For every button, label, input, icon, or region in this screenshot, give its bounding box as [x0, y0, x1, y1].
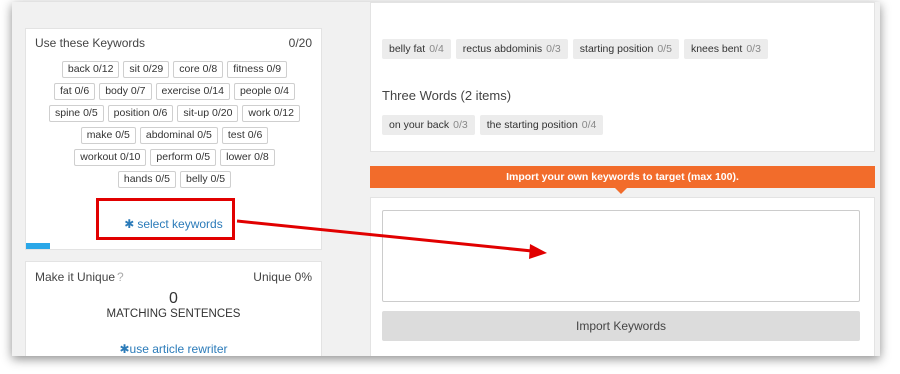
keyword-tag[interactable]: abdominal 0/5 — [139, 127, 218, 144]
keyword-tag[interactable]: sit 0/29 — [123, 61, 170, 78]
import-panel: Import Keywords — [370, 197, 875, 356]
keyword-tag[interactable]: work 0/12 — [242, 105, 300, 122]
import-keywords-button[interactable]: Import Keywords — [382, 311, 860, 341]
phrase-text: starting position — [579, 43, 654, 55]
keyword-tag[interactable]: core 0/8 — [173, 61, 224, 78]
keyword-tag[interactable]: body 0/7 — [99, 83, 152, 100]
phrase-tag[interactable]: belly fat 0/4 — [382, 39, 451, 59]
three-words-title: Three Words (2 items) — [382, 88, 512, 103]
keyword-tag[interactable]: exercise 0/14 — [155, 83, 230, 100]
phrase-tag[interactable]: the starting position 0/4 — [479, 115, 604, 135]
phrase-text: belly fat — [389, 43, 426, 55]
phrase-count: 0/3 — [546, 43, 561, 55]
matching-count: 0 — [169, 290, 178, 307]
keyword-tag[interactable]: make 0/5 — [80, 127, 136, 144]
phrase-text: the starting position — [486, 119, 578, 131]
keyword-tag[interactable]: belly 0/5 — [180, 171, 232, 188]
phrase-count: 0/3 — [453, 119, 468, 131]
keyword-row: spine 0/5 position 0/6 sit-up 0/20 work 0/1… — [30, 105, 319, 122]
keyword-tag[interactable]: spine 0/5 — [49, 105, 104, 122]
keyword-cloud: back 0/12 sit 0/29 core 0/8 fitness 0/9 fat … — [30, 61, 319, 193]
keyword-tag[interactable]: perform 0/5 — [150, 149, 217, 166]
import-banner: Import your own keywords to target (max … — [370, 166, 875, 188]
phrase-tag[interactable]: knees bent 0/3 — [683, 39, 768, 59]
phrase-count: 0/4 — [429, 43, 444, 55]
keyword-tag[interactable]: workout 0/10 — [74, 149, 147, 166]
phrase-text: on your back — [389, 119, 450, 131]
keyword-tag[interactable]: position 0/6 — [107, 105, 174, 122]
import-keywords-textarea[interactable] — [382, 210, 860, 302]
phrase-tag[interactable]: on your back 0/3 — [382, 115, 475, 135]
unique-title: Make it Unique — [35, 270, 116, 284]
keyword-tag[interactable]: fitness 0/9 — [227, 61, 288, 78]
phrase-text: rectus abdominis — [462, 43, 543, 55]
article-rewriter-label: use article rewriter — [129, 342, 228, 356]
keywords-score: 0/20 — [288, 36, 312, 50]
question-icon[interactable]: ? — [117, 270, 124, 284]
gear-icon: ✱ — [119, 342, 130, 356]
three-words-tags: on your back 0/3 the starting position 0/4 — [382, 115, 604, 135]
unique-header: Make it Unique? Unique 0% — [35, 270, 312, 284]
phrase-count: 0/3 — [746, 43, 761, 55]
keyword-row: back 0/12 sit 0/29 core 0/8 fitness 0/9 — [30, 61, 319, 78]
keywords-progress-bar — [26, 243, 50, 249]
article-rewriter-link[interactable]: ✱use article rewriter — [26, 342, 321, 356]
keyword-row: fat 0/6 body 0/7 exercise 0/14 people 0/4 — [30, 83, 319, 100]
matching-label: MATCHING SENTENCES — [106, 308, 241, 320]
unique-score: Unique 0% — [253, 270, 312, 284]
keyword-tag[interactable]: back 0/12 — [61, 61, 120, 78]
keyword-tag[interactable]: hands 0/5 — [117, 171, 176, 188]
phrase-tag[interactable]: rectus abdominis 0/3 — [455, 39, 568, 59]
keyword-tag[interactable]: sit-up 0/20 — [177, 105, 239, 122]
app-frame: Use these Keywords 0/20 back 0/12 sit 0/2… — [12, 2, 880, 356]
keyword-tag[interactable]: lower 0/8 — [220, 149, 275, 166]
keyword-row: hands 0/5 belly 0/5 — [30, 171, 319, 188]
unique-panel: Make it Unique? Unique 0% 0 MATCHING SEN… — [25, 261, 322, 356]
banner-pointer — [615, 188, 627, 194]
keyword-groups-panel: belly fat 0/4 rectus abdominis 0/3 starting … — [370, 2, 875, 152]
phrase-text: knees bent — [690, 43, 743, 55]
keywords-header: Use these Keywords 0/20 — [35, 36, 312, 50]
two-words-tags: belly fat 0/4 rectus abdominis 0/3 starting … — [382, 39, 768, 59]
phrase-count: 0/5 — [657, 43, 672, 55]
keywords-title: Use these Keywords — [35, 36, 146, 50]
phrase-tag[interactable]: starting position 0/5 — [572, 39, 679, 59]
keyword-tag[interactable]: fat 0/6 — [54, 83, 96, 100]
phrase-count: 0/4 — [581, 119, 597, 131]
keyword-row: make 0/5 abdominal 0/5 test 0/6 — [30, 127, 319, 144]
keyword-tag[interactable]: people 0/4 — [233, 83, 295, 100]
keyword-row: workout 0/10 perform 0/5 lower 0/8 — [30, 149, 319, 166]
keyword-tag[interactable]: test 0/6 — [221, 127, 269, 144]
annotation-highlight-box — [96, 198, 235, 240]
